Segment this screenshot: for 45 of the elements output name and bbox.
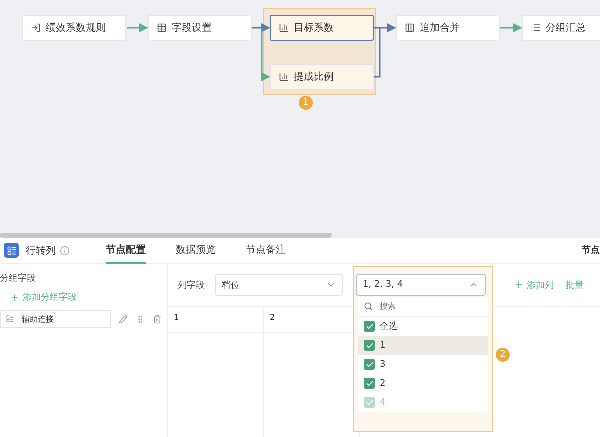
delete-icon[interactable] [153,314,162,324]
flow-node[interactable]: 字段设置 [148,15,252,41]
field-label: 列字段 [178,280,205,292]
flow-node[interactable]: 目标系数 [270,15,374,41]
dropdown-option[interactable]: 全选 [358,317,488,336]
flow-node[interactable]: 提成比例 [270,64,374,90]
table-icon [157,23,167,33]
value-multi-select[interactable]: 1, 2, 3, 4 [356,274,486,296]
connector-arrow [498,24,522,32]
tab[interactable]: 节点备注 [246,238,286,264]
drag-handle-icon[interactable] [136,314,145,324]
flow-node[interactable]: 追加合并 [396,15,500,41]
dropdown-option[interactable]: 2 [358,374,488,393]
flow-node[interactable]: 分组汇总 [522,15,600,41]
flow-node[interactable]: 绩效系数规则 [22,15,126,41]
tab[interactable]: 数据预览 [176,238,216,264]
list-icon [531,23,541,33]
info-icon[interactable] [60,246,70,256]
plus-icon [10,292,20,302]
search-field[interactable]: 搜索 [378,301,458,312]
connector-arrow [372,24,396,32]
search-icon [364,302,373,311]
node-title: 行转列 [26,244,56,258]
login-icon [31,23,41,33]
columns-icon [405,23,415,33]
column-field-select[interactable]: 档位 [215,274,343,296]
dropdown-option[interactable]: 1 [358,336,488,355]
callout-badge: 1 [299,96,313,110]
tab[interactable]: 节点配置 [106,238,146,264]
checkbox[interactable] [364,340,375,351]
edit-icon[interactable] [119,314,128,324]
checkbox[interactable] [364,378,375,389]
header-label: 节点 [582,244,600,257]
checkbox[interactable] [364,321,375,332]
dropdown-option[interactable]: 3 [358,355,488,374]
connector-line [372,28,381,78]
checkbox[interactable] [364,359,375,370]
list-icon [6,315,14,323]
connector-arrow [127,24,148,32]
group-field[interactable]: 辅助连接 [0,310,111,328]
scrollbar[interactable] [0,233,332,238]
section-label: 分组字段 [0,272,37,285]
plus-icon [514,280,524,290]
column-header: 1 [168,307,263,333]
callout-badge: 2 [496,348,510,362]
